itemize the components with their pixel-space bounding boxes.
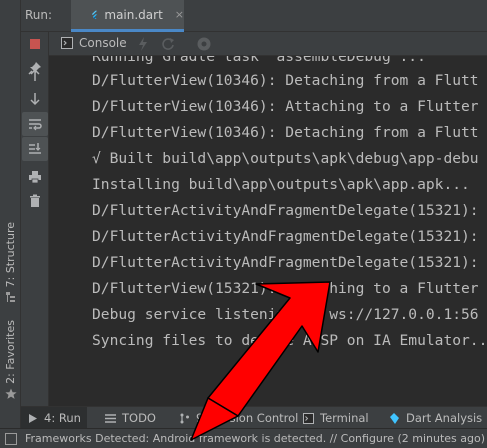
structure-icon [5, 292, 15, 303]
dart-icon [390, 412, 399, 424]
favorites-tab-label: 2: Favorites [4, 320, 17, 384]
log-line: Debug service listening on ws://127.0.0.… [92, 306, 479, 323]
down-button[interactable] [22, 87, 48, 111]
status-message[interactable]: Frameworks Detected: Android framework i… [25, 432, 485, 445]
tab-run[interactable]: 4: Run [21, 407, 87, 429]
structure-tool-tab[interactable]: 7: Structure [0, 222, 21, 303]
bottom-tool-tabs: 4: Run TODO 9: Version Control Terminal … [21, 406, 487, 429]
log-line: D/FlutterView(10346): Detaching from a F… [92, 72, 479, 89]
log-line: D/FlutterView(15321): Attaching to a Flu… [92, 280, 479, 297]
scroll-to-end-icon [29, 143, 41, 154]
tab-terminal[interactable]: Terminal [297, 407, 369, 429]
console-toolbar: Console [49, 32, 487, 56]
scroll-to-end-button[interactable] [22, 137, 48, 161]
arrow-up-icon [30, 68, 40, 81]
clear-all-button[interactable] [22, 189, 48, 213]
log-line: D/FlutterView(10346): Detaching from a F… [92, 124, 479, 141]
stop-button[interactable] [22, 32, 48, 56]
tab-version-control-label: 9: Version Control [196, 411, 299, 425]
tab-terminal-label: Terminal [320, 411, 369, 425]
status-icon[interactable] [5, 432, 17, 445]
hot-restart-icon[interactable] [161, 37, 175, 51]
log-line: D/FlutterActivityAndFragmentDelegate(153… [92, 228, 479, 245]
tab-todo[interactable]: TODO [99, 407, 156, 429]
run-label: Run: [25, 8, 53, 22]
favorites-tool-tab[interactable]: 2: Favorites [0, 320, 21, 400]
tab-dart-analysis[interactable]: Dart Analysis [383, 407, 482, 429]
log-line: Running Gradle task 'assembleDebug'... [92, 56, 426, 65]
tab-close-icon[interactable]: × [175, 8, 184, 21]
todo-icon [105, 413, 116, 423]
log-line: Syncing files to device AOSP on IA Emula… [92, 332, 487, 349]
version-control-icon [180, 413, 189, 423]
print-icon [29, 171, 41, 184]
tab-label: main.dart [104, 7, 163, 22]
run-icon [29, 413, 37, 423]
star-icon [4, 388, 17, 399]
structure-tab-label: 7: Structure [4, 222, 17, 288]
stop-icon [30, 39, 40, 49]
log-line: √ Built build\app\outputs\apk\debug\app-… [92, 150, 479, 167]
up-button[interactable] [22, 63, 48, 87]
left-tool-stripe: 7: Structure 2: Favorites [0, 0, 21, 428]
arrow-down-icon [30, 93, 40, 106]
tab-dart-analysis-label: Dart Analysis [406, 411, 483, 425]
tab-run-label: 4: Run [44, 411, 81, 425]
lightning-icon[interactable] [137, 37, 149, 51]
tab-version-control[interactable]: 9: Version Control [173, 407, 298, 429]
console-tab-label: Console [79, 36, 127, 50]
inspector-icon[interactable] [196, 36, 212, 52]
terminal-icon [303, 412, 314, 424]
soft-wrap-button[interactable] [22, 112, 48, 136]
status-bar: Frameworks Detected: Android framework i… [0, 428, 487, 448]
run-header: Run: main.dart × [21, 0, 487, 32]
tab-console[interactable]: Console [61, 36, 127, 50]
soft-wrap-icon [29, 119, 42, 131]
console-icon [61, 37, 73, 49]
log-line: D/FlutterView(10346): Attaching to a Flu… [92, 98, 479, 115]
log-line: D/FlutterActivityAndFragmentDelegate(153… [92, 202, 479, 219]
tab-todo-label: TODO [122, 411, 156, 425]
print-button[interactable] [22, 165, 48, 189]
console-output[interactable]: Running Gradle task 'assembleDebug'... D… [49, 56, 487, 406]
run-toolbar [21, 32, 49, 406]
log-line: D/FlutterActivityAndFragmentDelegate(153… [92, 254, 479, 271]
tab-main-dart[interactable]: main.dart × [71, 0, 184, 32]
log-line: Installing build\app\outputs\apk\app.apk… [92, 176, 470, 193]
flutter-icon [91, 10, 98, 19]
trash-icon [30, 194, 40, 207]
